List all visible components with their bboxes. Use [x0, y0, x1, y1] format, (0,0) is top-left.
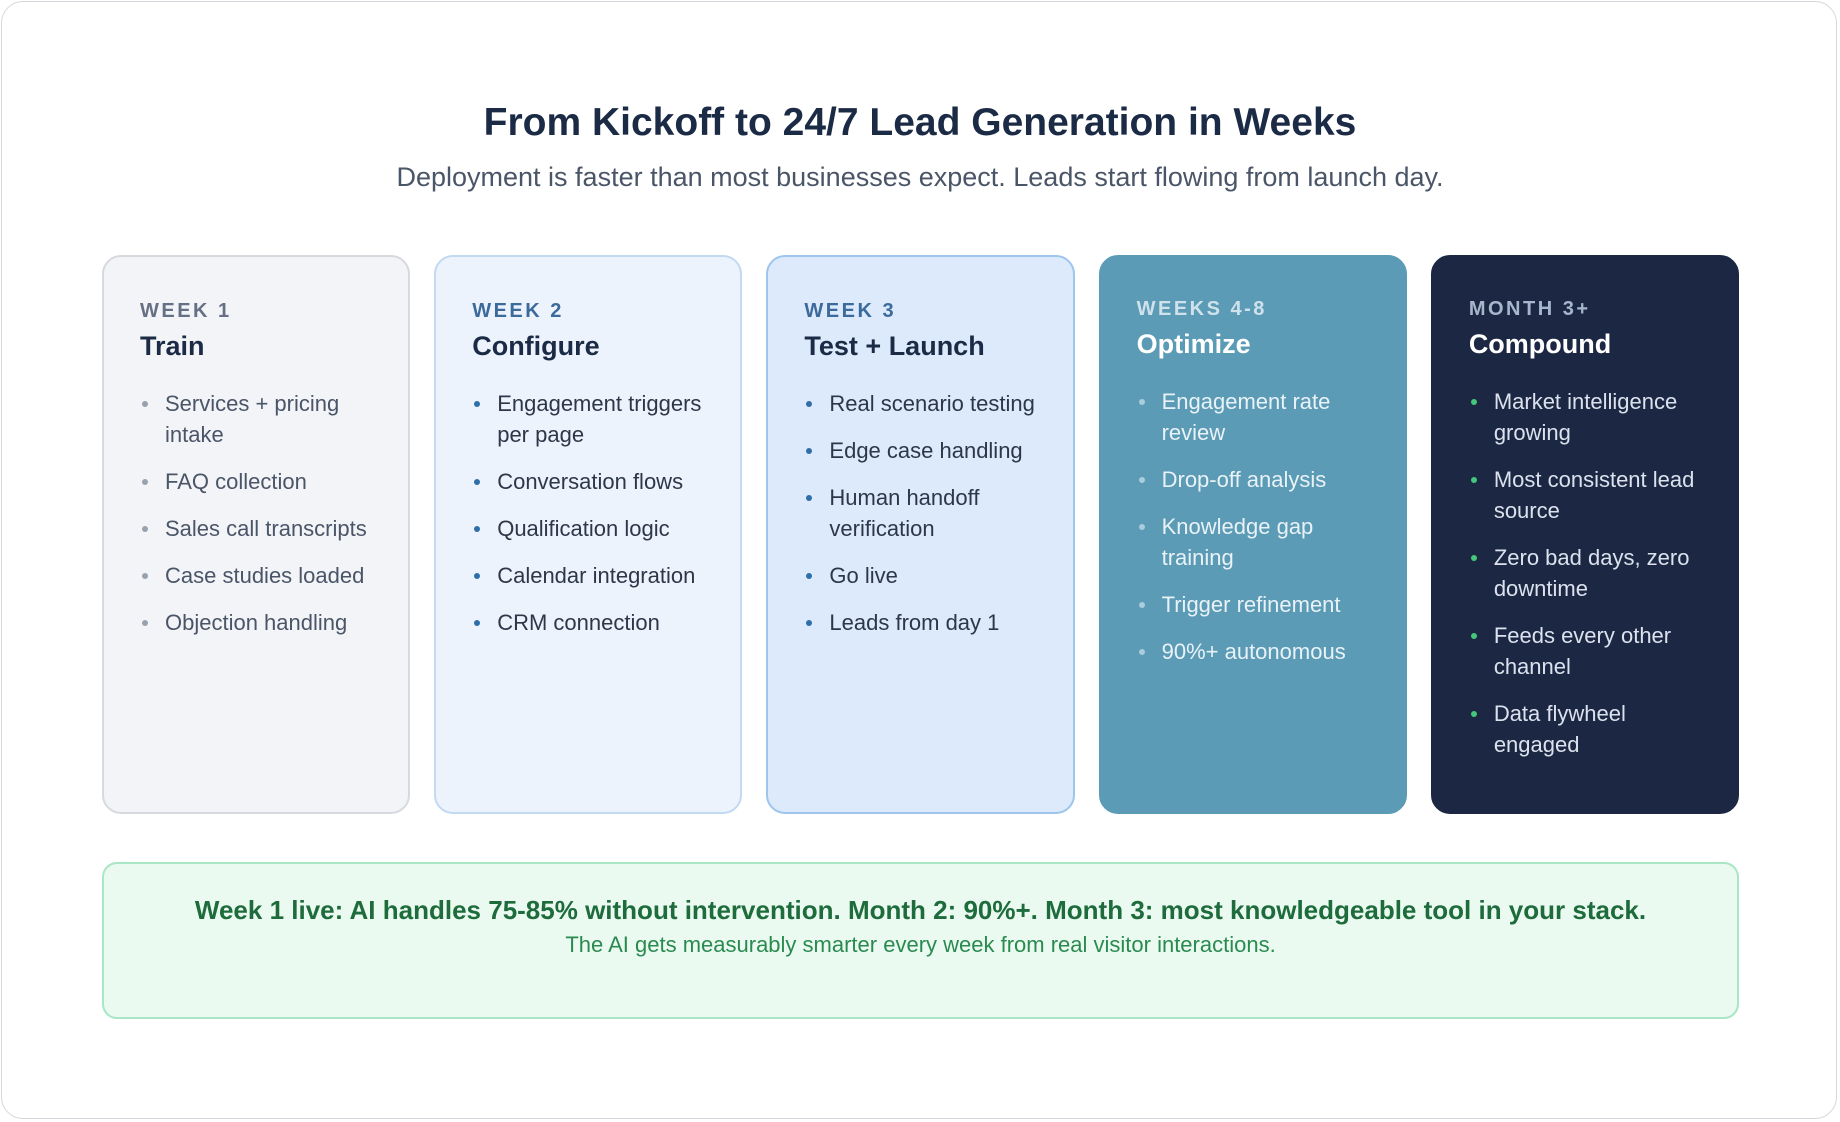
phase-name: Compound [1468, 329, 1612, 359]
list-item: Feeds every other channel [1469, 620, 1703, 682]
phase-name: Train [140, 331, 205, 361]
page-title: From Kickoff to 24/7 Lead Generation in … [483, 101, 1357, 144]
list-item: Sales call transcripts [140, 513, 374, 544]
phase-card-week-3: WEEK 3 Test + Launch Real scenario testi… [766, 255, 1075, 814]
list-item: Case studies loaded [140, 560, 374, 591]
phase-item-list: Services + pricing intake FAQ collection… [140, 388, 374, 638]
list-item: Go live [804, 560, 1038, 591]
callout-subtext: The AI gets measurably smarter every wee… [565, 932, 1276, 957]
phase-name: Optimize [1136, 329, 1251, 359]
results-callout: Week 1 live: AI handles 75-85% without i… [102, 862, 1739, 1019]
list-item: Zero bad days, zero downtime [1469, 542, 1703, 604]
phase-card-week-1: WEEK 1 Train Services + pricing intake F… [102, 255, 411, 814]
list-item: Conversation flows [472, 466, 706, 497]
list-item: Real scenario testing [804, 388, 1038, 419]
phase-name: Configure [472, 331, 600, 361]
list-item: 90%+ autonomous [1137, 636, 1371, 667]
list-item: Qualification logic [472, 513, 706, 544]
list-item: Knowledge gap training [1137, 511, 1371, 573]
list-item: Leads from day 1 [804, 607, 1038, 638]
list-item: Trigger refinement [1137, 589, 1371, 620]
list-item: FAQ collection [140, 466, 374, 497]
callout-headline: Week 1 live: AI handles 75-85% without i… [194, 895, 1647, 925]
phase-tag: MONTH 3+ [1468, 298, 1591, 320]
phase-item-list: Real scenario testing Edge case handling… [804, 388, 1038, 638]
phase-item-list: Engagement rate review Drop-off analysis… [1137, 386, 1371, 667]
list-item: Market intelligence growing [1469, 386, 1703, 448]
list-item: Services + pricing intake [140, 388, 374, 450]
list-item: Human handoff verification [804, 482, 1038, 544]
phase-card-weeks-4-8: WEEKS 4-8 Optimize Engagement rate revie… [1098, 255, 1407, 814]
phase-timeline: WEEK 1 Train Services + pricing intake F… [102, 255, 1740, 814]
list-item: Calendar integration [472, 560, 706, 591]
list-item: CRM connection [472, 607, 706, 638]
list-item: Data flywheel engaged [1469, 698, 1703, 760]
phase-item-list: Market intelligence growing Most consist… [1469, 386, 1703, 760]
list-item: Most consistent lead source [1469, 464, 1703, 526]
phase-item-list: Engagement triggers per page Conversatio… [472, 388, 706, 638]
phase-card-month-3: MONTH 3+ Compound Market intelligence gr… [1430, 255, 1740, 814]
list-item: Objection handling [140, 607, 374, 638]
phase-tag: WEEK 3 [804, 300, 897, 322]
phase-tag: WEEKS 4-8 [1136, 298, 1267, 320]
list-item: Drop-off analysis [1137, 464, 1371, 495]
phase-tag: WEEK 2 [472, 300, 564, 322]
page-subtitle: Deployment is faster than most businesse… [396, 162, 1444, 192]
phase-card-week-2: WEEK 2 Configure Engagement triggers per… [434, 255, 743, 814]
list-item: Engagement rate review [1137, 386, 1371, 448]
phase-name: Test + Launch [804, 331, 985, 361]
list-item: Edge case handling [804, 435, 1038, 466]
phase-tag: WEEK 1 [140, 300, 232, 322]
list-item: Engagement triggers per page [472, 388, 706, 450]
